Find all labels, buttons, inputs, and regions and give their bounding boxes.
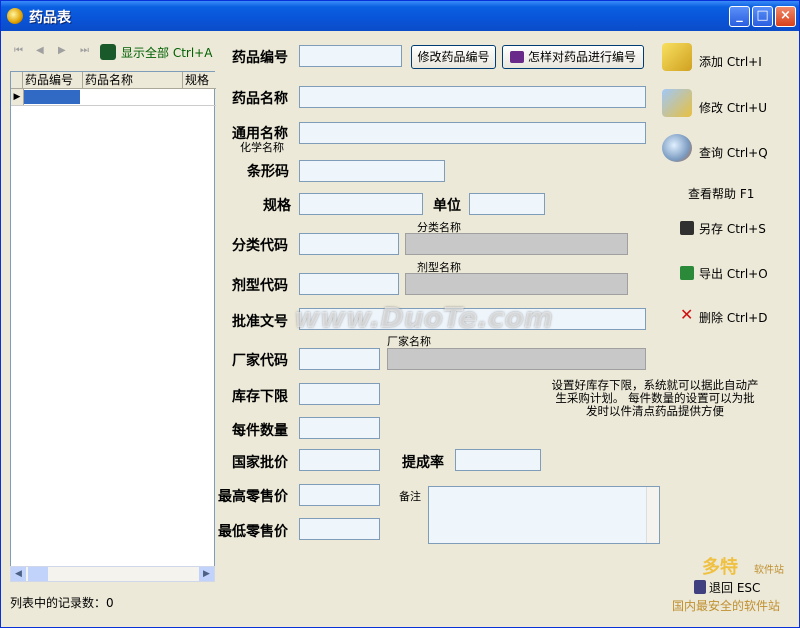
dosage-name-display <box>405 273 628 295</box>
commission-label: 提成率 <box>402 455 444 471</box>
category-name-display <box>405 233 628 255</box>
column-header-name[interactable]: 药品名称 <box>83 72 183 88</box>
window-title: 药品表 <box>29 10 71 26</box>
edit-label: 修改 Ctrl+U <box>699 101 768 115</box>
how-to-code-label: 怎样对药品进行编号 <box>527 50 636 64</box>
spec-label: 规格 <box>263 198 291 214</box>
add-folder-icon <box>662 43 692 71</box>
generic-name-input[interactable] <box>299 122 646 144</box>
last-record-icon[interactable]: ⏭ <box>80 45 94 57</box>
spec-input[interactable] <box>299 193 423 215</box>
first-record-icon[interactable]: ⏮ <box>14 45 28 57</box>
scroll-right-icon[interactable]: ▶ <box>199 567 214 581</box>
stock-hint: 设置好库存下限，系统就可以据此自动产生采购计划。 每件数量的设置可以为批发时以件… <box>551 378 759 418</box>
edit-folder-icon <box>662 89 692 117</box>
magnifier-icon <box>662 134 692 162</box>
excel-icon <box>680 266 694 280</box>
main-window: 药品表 _ □ × ⏮ ◀ ▶ ⏭ 显示全部 Ctrl+A 药品编号 药品名称 … <box>0 0 800 628</box>
maker-name-display <box>387 348 646 370</box>
watermark-brand: 多特 <box>702 557 738 578</box>
save-as-button[interactable]: 另存 Ctrl+S <box>680 220 770 236</box>
drug-name-input[interactable] <box>299 86 646 108</box>
dosage-code-input[interactable] <box>299 273 399 295</box>
notes-scrollbar[interactable] <box>646 487 659 543</box>
horizontal-scrollbar[interactable]: ◀ ▶ <box>10 566 215 582</box>
exit-door-icon <box>694 580 706 594</box>
scroll-thumb[interactable] <box>28 567 48 581</box>
export-label: 导出 Ctrl+O <box>699 267 768 281</box>
delete-button[interactable]: ✕ 删除 Ctrl+D <box>680 305 770 326</box>
column-header-spec[interactable]: 规格 <box>183 72 216 88</box>
grid-header: 药品编号 药品名称 规格 <box>11 72 216 89</box>
row-indicator-icon: ▶ <box>11 89 24 105</box>
query-label: 查询 Ctrl+Q <box>699 146 768 160</box>
prev-record-icon[interactable]: ◀ <box>36 45 50 57</box>
how-to-code-button[interactable]: 怎样对药品进行编号 <box>502 45 644 69</box>
unit-input[interactable] <box>469 193 545 215</box>
maker-code-input[interactable] <box>299 348 380 370</box>
show-all-icon <box>100 44 116 60</box>
delete-x-icon: ✕ <box>680 305 694 324</box>
add-button[interactable]: 添加 Ctrl+I <box>662 43 772 75</box>
app-icon <box>7 8 23 24</box>
barcode-label: 条形码 <box>247 164 289 180</box>
per-box-label: 每件数量 <box>232 423 288 439</box>
maximize-button[interactable]: □ <box>752 6 773 27</box>
maker-code-label: 厂家代码 <box>232 353 288 369</box>
save-icon <box>680 221 694 235</box>
notes-textarea[interactable] <box>428 486 660 544</box>
delete-label: 删除 Ctrl+D <box>699 311 768 325</box>
column-header-code[interactable]: 药品编号 <box>23 72 83 88</box>
minimize-button[interactable]: _ <box>729 6 750 27</box>
close-button[interactable]: × <box>775 6 796 27</box>
add-label: 添加 Ctrl+I <box>699 55 762 69</box>
drug-code-input[interactable] <box>299 45 402 67</box>
min-retail-input[interactable] <box>299 518 380 540</box>
help-button[interactable]: 查看帮助 F1 <box>688 185 768 201</box>
selected-cell[interactable] <box>24 90 80 104</box>
per-box-input[interactable] <box>299 417 380 439</box>
drug-name-label: 药品名称 <box>232 91 288 107</box>
export-button[interactable]: 导出 Ctrl+O <box>680 265 770 281</box>
table-row[interactable]: ▶ <box>11 89 216 106</box>
back-label: 退回 ESC <box>709 581 761 595</box>
grid-corner <box>11 72 23 88</box>
watermark-brand-tag: 软件站 <box>754 565 784 576</box>
approval-number-label: 批准文号 <box>232 314 288 330</box>
min-stock-input[interactable] <box>299 383 380 405</box>
state-price-label: 国家批价 <box>232 455 288 471</box>
edit-button[interactable]: 修改 Ctrl+U <box>662 89 772 121</box>
category-code-input[interactable] <box>299 233 399 255</box>
next-record-icon[interactable]: ▶ <box>58 45 72 57</box>
category-code-label: 分类代码 <box>232 238 288 254</box>
drug-list-grid[interactable]: 药品编号 药品名称 规格 ▶ <box>10 71 216 581</box>
notes-label: 备注 <box>399 490 421 503</box>
max-retail-input[interactable] <box>299 484 380 506</box>
chemical-name-label: 化学名称 <box>240 141 284 154</box>
book-icon <box>509 51 524 63</box>
commission-input[interactable] <box>455 449 541 471</box>
state-price-input[interactable] <box>299 449 380 471</box>
min-retail-label: 最低零售价 <box>218 524 288 540</box>
back-button[interactable]: 退回 ESC <box>694 579 774 595</box>
drug-code-label: 药品编号 <box>232 50 288 66</box>
max-retail-label: 最高零售价 <box>218 489 288 505</box>
record-count: 列表中的记录数：0 <box>10 596 114 610</box>
maker-name-label: 厂家名称 <box>387 335 431 348</box>
client-area: ⏮ ◀ ▶ ⏭ 显示全部 Ctrl+A 药品编号 药品名称 规格 ▶ ◀ ▶ 列… <box>4 31 796 625</box>
modify-code-button[interactable]: 修改药品编号 <box>411 45 496 69</box>
show-all-label: 显示全部 Ctrl+A <box>121 46 213 60</box>
query-button[interactable]: 查询 Ctrl+Q <box>662 134 772 166</box>
barcode-input[interactable] <box>299 160 445 182</box>
title-bar[interactable]: 药品表 _ □ × <box>1 1 799 31</box>
help-label: 查看帮助 F1 <box>688 187 755 201</box>
watermark-slogan: 国内最安全的软件站 <box>672 599 781 613</box>
dosage-code-label: 剂型代码 <box>232 278 288 294</box>
watermark-site: www.DuoTe.com <box>294 301 553 334</box>
scroll-left-icon[interactable]: ◀ <box>11 567 26 581</box>
unit-label: 单位 <box>433 198 461 214</box>
min-stock-label: 库存下限 <box>232 389 288 405</box>
save-as-label: 另存 Ctrl+S <box>699 222 766 236</box>
